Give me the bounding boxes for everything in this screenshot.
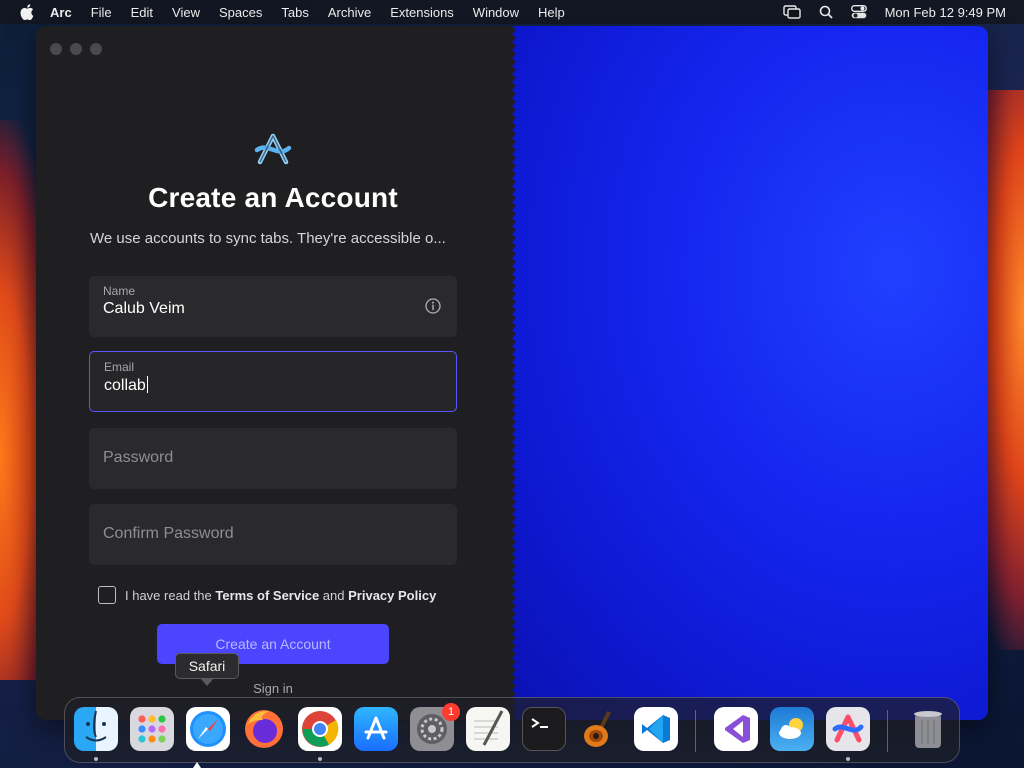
chrome-running-dot	[318, 757, 322, 761]
confirm-password-placeholder: Confirm Password	[103, 525, 234, 542]
menu-app-name[interactable]: Arc	[50, 5, 72, 20]
sign-in-link[interactable]: Sign in	[36, 681, 510, 696]
arc-running-dot	[846, 757, 850, 761]
terms-of-service-link[interactable]: Terms of Service	[215, 588, 319, 603]
textedit-icon[interactable]	[466, 707, 510, 751]
menu-archive[interactable]: Archive	[328, 5, 371, 20]
zoom-window-button[interactable]	[90, 43, 102, 55]
terms-row: I have read the Terms of Service and Pri…	[98, 586, 436, 604]
text-caret	[146, 376, 148, 393]
email-field-value-wrap: collab	[104, 376, 148, 395]
spotlight-search-icon[interactable]	[819, 5, 833, 19]
terms-checkbox[interactable]	[98, 586, 116, 604]
email-field[interactable]: Email collab	[89, 351, 457, 412]
password-field[interactable]: Password	[89, 428, 457, 489]
weather-icon[interactable]	[770, 707, 814, 751]
firefox-icon[interactable]	[242, 707, 286, 751]
launchpad-icon[interactable]	[130, 707, 174, 751]
menu-view[interactable]: View	[172, 5, 200, 20]
mouse-cursor	[193, 762, 201, 768]
terminal-icon[interactable]	[522, 707, 566, 751]
screen-mirroring-icon[interactable]	[782, 5, 801, 19]
app-store-icon[interactable]	[354, 707, 398, 751]
menu-bar: Arc File Edit View Spaces Tabs Archive E…	[0, 0, 1024, 24]
decorative-blue-pane	[512, 26, 988, 720]
info-icon[interactable]	[425, 298, 441, 314]
arc-app-icon[interactable]	[826, 707, 870, 751]
pane-divider-edge	[504, 26, 516, 720]
confirm-password-field[interactable]: Confirm Password	[89, 504, 457, 565]
terms-and: and	[322, 587, 345, 603]
arc-window: Create an Account We use accounts to syn…	[36, 26, 988, 720]
notification-badge: 1	[442, 703, 460, 721]
terms-prefix: I have read the	[125, 587, 212, 603]
page-subtitle: We use accounts to sync tabs. They're ac…	[90, 230, 446, 247]
tooltip-arrow	[200, 678, 214, 686]
page-title: Create an Account	[148, 182, 398, 213]
password-placeholder: Password	[103, 449, 174, 466]
name-field[interactable]: Name Calub Veim	[89, 276, 457, 337]
menu-file[interactable]: File	[91, 5, 112, 20]
trash-icon[interactable]	[906, 707, 950, 751]
name-field-value: Calub Veim	[103, 300, 185, 317]
dock-tooltip: Safari	[175, 653, 239, 679]
finder-icon[interactable]	[74, 707, 118, 751]
chrome-icon[interactable]	[298, 707, 342, 751]
menu-help[interactable]: Help	[538, 5, 565, 20]
menu-extensions[interactable]: Extensions	[390, 5, 454, 20]
safari-icon[interactable]	[186, 707, 230, 751]
window-controls	[50, 43, 110, 55]
privacy-policy-link[interactable]: Privacy Policy	[348, 588, 436, 603]
dock: 1	[64, 697, 960, 763]
finder-running-dot	[94, 757, 98, 761]
name-field-label: Name	[103, 284, 136, 298]
garageband-icon[interactable]	[578, 707, 622, 751]
menu-tabs[interactable]: Tabs	[281, 5, 308, 20]
menu-spaces[interactable]: Spaces	[219, 5, 262, 20]
email-field-label: Email	[104, 360, 135, 374]
menu-window[interactable]: Window	[473, 5, 519, 20]
menu-edit[interactable]: Edit	[131, 5, 153, 20]
close-window-button[interactable]	[50, 43, 62, 55]
minimize-window-button[interactable]	[70, 43, 82, 55]
arc-logo-icon	[254, 133, 292, 165]
dock-separator	[695, 710, 696, 752]
control-center-icon[interactable]	[850, 5, 867, 19]
visual-studio-icon[interactable]	[714, 707, 758, 751]
menubar-clock[interactable]: Mon Feb 12 9:49 PM	[885, 5, 1006, 20]
dock-separator-trash	[887, 710, 888, 752]
email-field-value: collab	[104, 377, 146, 394]
vscode-icon[interactable]	[634, 707, 678, 751]
apple-menu-icon[interactable]	[18, 3, 36, 21]
